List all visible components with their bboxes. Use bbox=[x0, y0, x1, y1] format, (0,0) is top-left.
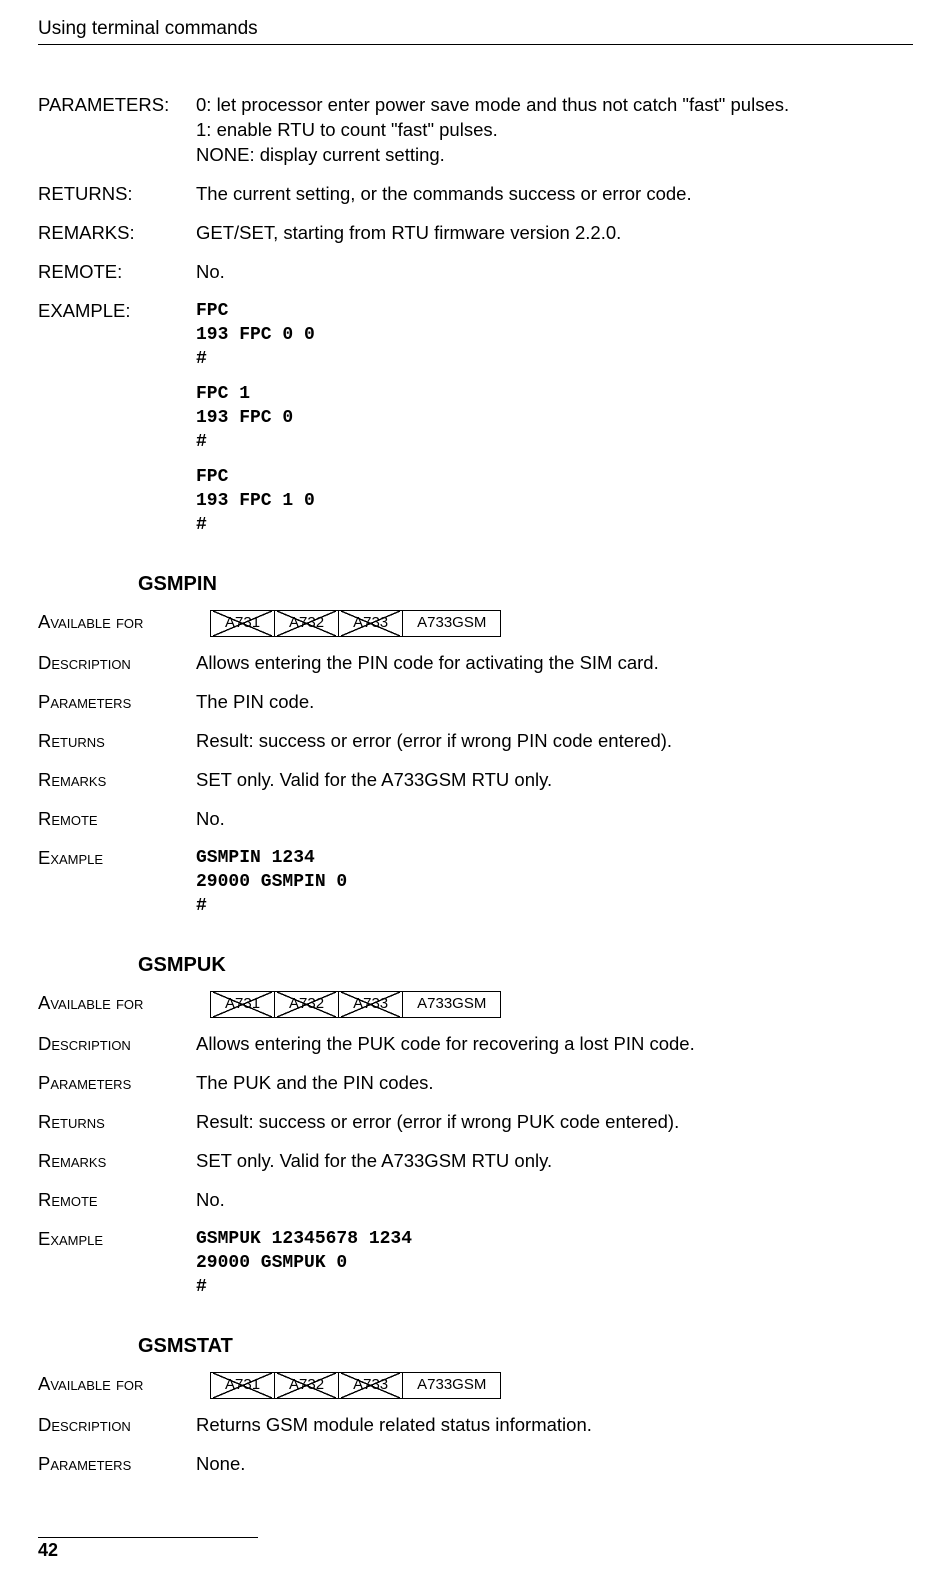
gsmpuk-parameters-value: The PUK and the PIN codes. bbox=[196, 1071, 913, 1096]
gsmpin-remote-row: Remote No. bbox=[38, 807, 913, 832]
fpc-parameters-value: 0: let processor enter power save mode a… bbox=[196, 93, 913, 168]
page-container: Using terminal commands PARAMETERS: 0: l… bbox=[0, 0, 951, 1579]
model-table: A731 A732 A733 A733GSM bbox=[210, 610, 501, 636]
gsmstat-available-value: A731 A732 A733 A733GSM bbox=[196, 1372, 913, 1398]
label-remote-sc: Remote bbox=[38, 807, 196, 832]
label-remarks: REMARKS: bbox=[38, 221, 196, 246]
gsmpuk-remarks-row: Remarks SET only. Valid for the A733GSM … bbox=[38, 1149, 913, 1174]
gsmpuk-parameters-row: Parameters The PUK and the PIN codes. bbox=[38, 1071, 913, 1096]
model-a732-cell: A732 bbox=[275, 992, 339, 1016]
gsmpuk-available-row: Available for A731 A732 A733 A733GSM bbox=[38, 991, 913, 1017]
fpc-example-row: EXAMPLE: FPC 193 FPC 0 0 # FPC 1 193 FPC… bbox=[38, 299, 913, 538]
gsmstat-description-row: Description Returns GSM module related s… bbox=[38, 1413, 913, 1438]
gsmstat-parameters-value: None. bbox=[196, 1452, 913, 1477]
label-available-for: Available for bbox=[38, 991, 196, 1016]
gsmpin-available-row: Available for A731 A732 A733 A733GSM bbox=[38, 610, 913, 636]
gsmpuk-returns-value: Result: success or error (error if wrong… bbox=[196, 1110, 913, 1135]
fpc-example-block-3: FPC 193 FPC 1 0 # bbox=[196, 465, 913, 538]
gsmpuk-description-value: Allows entering the PUK code for recover… bbox=[196, 1032, 913, 1057]
gsmpin-available-value: A731 A732 A733 A733GSM bbox=[196, 610, 913, 636]
label-remote-sc: Remote bbox=[38, 1188, 196, 1213]
model-a733gsm-cell: A733GSM bbox=[403, 992, 500, 1016]
label-description: Description bbox=[38, 1413, 196, 1438]
fpc-returns-row: RETURNS: The current setting, or the com… bbox=[38, 182, 913, 207]
gsmpin-remarks-row: Remarks SET only. Valid for the A733GSM … bbox=[38, 768, 913, 793]
fpc-remarks-value: GET/SET, starting from RTU firmware vers… bbox=[196, 221, 913, 246]
gsmpin-description-row: Description Allows entering the PIN code… bbox=[38, 651, 913, 676]
gsmpuk-available-value: A731 A732 A733 A733GSM bbox=[196, 991, 913, 1017]
gsmpuk-example-block: GSMPUK 12345678 1234 29000 GSMPUK 0 # bbox=[196, 1227, 913, 1300]
page-header-title: Using terminal commands bbox=[38, 18, 913, 45]
gsmpin-example-block: GSMPIN 1234 29000 GSMPIN 0 # bbox=[196, 846, 913, 919]
gsmpin-parameters-value: The PIN code. bbox=[196, 690, 913, 715]
footer-rule bbox=[38, 1537, 258, 1538]
model-table: A731 A732 A733 A733GSM bbox=[210, 991, 501, 1017]
label-parameters-sc: Parameters bbox=[38, 1071, 196, 1096]
gsmpin-example-value: GSMPIN 1234 29000 GSMPIN 0 # bbox=[196, 846, 913, 919]
label-returns: RETURNS: bbox=[38, 182, 196, 207]
label-remarks-sc: Remarks bbox=[38, 1149, 196, 1174]
fpc-remote-value: No. bbox=[196, 260, 913, 285]
label-parameters-sc: Parameters bbox=[38, 1452, 196, 1477]
gsmpuk-example-value: GSMPUK 12345678 1234 29000 GSMPUK 0 # bbox=[196, 1227, 913, 1300]
gsmpin-parameters-row: Parameters The PIN code. bbox=[38, 690, 913, 715]
model-a733-cell: A733 bbox=[339, 992, 403, 1016]
gsmpuk-description-row: Description Allows entering the PUK code… bbox=[38, 1032, 913, 1057]
gsmpin-heading: GSMPIN bbox=[138, 573, 913, 596]
label-example: EXAMPLE: bbox=[38, 299, 196, 324]
model-a732-cell: A732 bbox=[275, 1373, 339, 1397]
gsmpuk-example-row: Example GSMPUK 12345678 1234 29000 GSMPU… bbox=[38, 1227, 913, 1300]
label-description: Description bbox=[38, 1032, 196, 1057]
gsmpuk-returns-row: Returns Result: success or error (error … bbox=[38, 1110, 913, 1135]
model-a731-cell: A731 bbox=[211, 1373, 275, 1397]
model-a733-cell: A733 bbox=[339, 1373, 403, 1397]
fpc-example-block-1: FPC 193 FPC 0 0 # bbox=[196, 299, 913, 372]
gsmpin-returns-row: Returns Result: success or error (error … bbox=[38, 729, 913, 754]
label-returns-sc: Returns bbox=[38, 729, 196, 754]
fpc-parameters-row: PARAMETERS: 0: let processor enter power… bbox=[38, 93, 913, 168]
gsmpin-returns-value: Result: success or error (error if wrong… bbox=[196, 729, 913, 754]
gsmstat-heading: GSMSTAT bbox=[138, 1335, 913, 1358]
fpc-example-block-2: FPC 1 193 FPC 0 # bbox=[196, 382, 913, 455]
model-table: A731 A732 A733 A733GSM bbox=[210, 1372, 501, 1398]
model-a731-cell: A731 bbox=[211, 992, 275, 1016]
model-a732-cell: A732 bbox=[275, 611, 339, 635]
label-remarks-sc: Remarks bbox=[38, 768, 196, 793]
gsmstat-parameters-row: Parameters None. bbox=[38, 1452, 913, 1477]
gsmpin-example-row: Example GSMPIN 1234 29000 GSMPIN 0 # bbox=[38, 846, 913, 919]
gsmpin-description-value: Allows entering the PIN code for activat… bbox=[196, 651, 913, 676]
fpc-example-value: FPC 193 FPC 0 0 # FPC 1 193 FPC 0 # FPC … bbox=[196, 299, 913, 538]
page-number: 42 bbox=[38, 1540, 913, 1561]
model-a733gsm-cell: A733GSM bbox=[403, 611, 500, 635]
gsmpuk-remote-value: No. bbox=[196, 1188, 913, 1213]
gsmstat-description-value: Returns GSM module related status inform… bbox=[196, 1413, 913, 1438]
label-description: Description bbox=[38, 651, 196, 676]
gsmpuk-heading: GSMPUK bbox=[138, 954, 913, 977]
model-a733gsm-cell: A733GSM bbox=[403, 1373, 500, 1397]
label-remote: REMOTE: bbox=[38, 260, 196, 285]
label-available-for: Available for bbox=[38, 1372, 196, 1397]
fpc-remarks-row: REMARKS: GET/SET, starting from RTU firm… bbox=[38, 221, 913, 246]
gsmpin-remarks-value: SET only. Valid for the A733GSM RTU only… bbox=[196, 768, 913, 793]
model-a733-cell: A733 bbox=[339, 611, 403, 635]
model-a731-cell: A731 bbox=[211, 611, 275, 635]
label-example-sc: Example bbox=[38, 846, 196, 871]
label-returns-sc: Returns bbox=[38, 1110, 196, 1135]
label-example-sc: Example bbox=[38, 1227, 196, 1252]
label-parameters: PARAMETERS: bbox=[38, 93, 196, 118]
gsmstat-available-row: Available for A731 A732 A733 A733GSM bbox=[38, 1372, 913, 1398]
gsmpin-remote-value: No. bbox=[196, 807, 913, 832]
label-parameters-sc: Parameters bbox=[38, 690, 196, 715]
label-available-for: Available for bbox=[38, 610, 196, 635]
fpc-returns-value: The current setting, or the commands suc… bbox=[196, 182, 913, 207]
gsmpuk-remote-row: Remote No. bbox=[38, 1188, 913, 1213]
gsmpuk-remarks-value: SET only. Valid for the A733GSM RTU only… bbox=[196, 1149, 913, 1174]
fpc-remote-row: REMOTE: No. bbox=[38, 260, 913, 285]
